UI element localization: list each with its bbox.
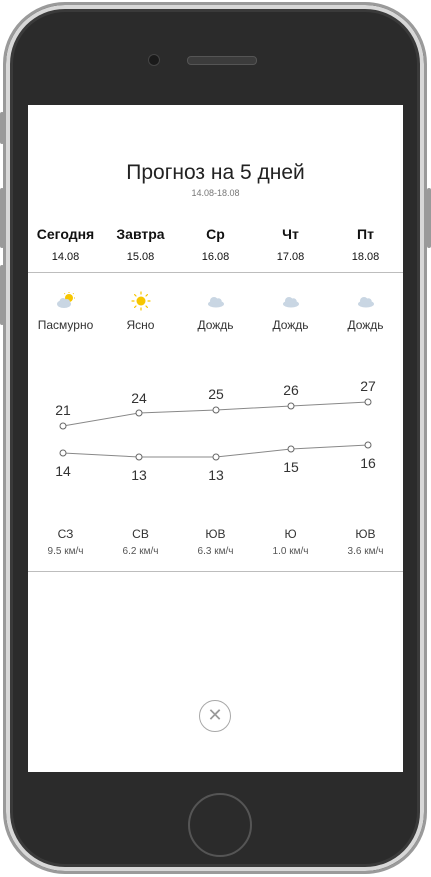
temperature-chart xyxy=(59,398,372,461)
wind-direction: ЮВ xyxy=(355,527,376,541)
low-temp-point xyxy=(212,453,220,461)
high-temp-label: 27 xyxy=(360,378,376,394)
low-temp-point xyxy=(364,441,372,449)
high-temp-label: 25 xyxy=(208,386,224,402)
high-temp-line xyxy=(62,401,369,427)
volume-up-button[interactable] xyxy=(0,188,4,248)
low-temp-point xyxy=(59,449,67,457)
forecast-screen: Прогноз на 5 дней 14.08-18.08 Сегодня За… xyxy=(28,105,403,772)
home-button[interactable] xyxy=(188,793,252,857)
high-temp-label: 24 xyxy=(131,390,147,406)
power-button[interactable] xyxy=(427,188,431,248)
high-temp-point xyxy=(364,398,372,406)
high-temp-label: 26 xyxy=(283,382,299,398)
wind-direction: ЮВ xyxy=(205,527,226,541)
wind-speed: 1.0 км/ч xyxy=(272,546,309,557)
wind-speed: 3.6 км/ч xyxy=(347,546,384,557)
high-temp-point xyxy=(212,406,220,414)
low-temp-point xyxy=(135,453,143,461)
low-temp-label: 14 xyxy=(55,463,71,479)
low-temp-label: 16 xyxy=(360,455,376,471)
low-temp-label: 13 xyxy=(131,467,147,483)
low-temp-label: 15 xyxy=(283,459,299,475)
close-button[interactable]: ✕ xyxy=(199,700,231,732)
low-temp-point xyxy=(287,445,295,453)
wind-speed: 6.3 км/ч xyxy=(197,546,234,557)
close-icon: ✕ xyxy=(207,705,223,726)
volume-down-button[interactable] xyxy=(0,265,4,325)
wind-direction: СВ xyxy=(132,527,149,541)
high-temp-point xyxy=(59,422,67,430)
front-camera xyxy=(148,54,160,66)
mute-switch[interactable] xyxy=(0,112,4,144)
high-temp-label: 21 xyxy=(55,402,71,418)
wind-direction: СЗ xyxy=(57,527,74,541)
footer-divider xyxy=(28,571,403,572)
high-temp-point xyxy=(135,409,143,417)
wind-speed: 6.2 км/ч xyxy=(122,546,159,557)
earpiece-speaker xyxy=(187,56,257,65)
wind-direction: Ю xyxy=(284,527,297,541)
wind-speed: 9.5 км/ч xyxy=(47,546,84,557)
low-temp-label: 13 xyxy=(208,467,224,483)
high-temp-point xyxy=(287,402,295,410)
